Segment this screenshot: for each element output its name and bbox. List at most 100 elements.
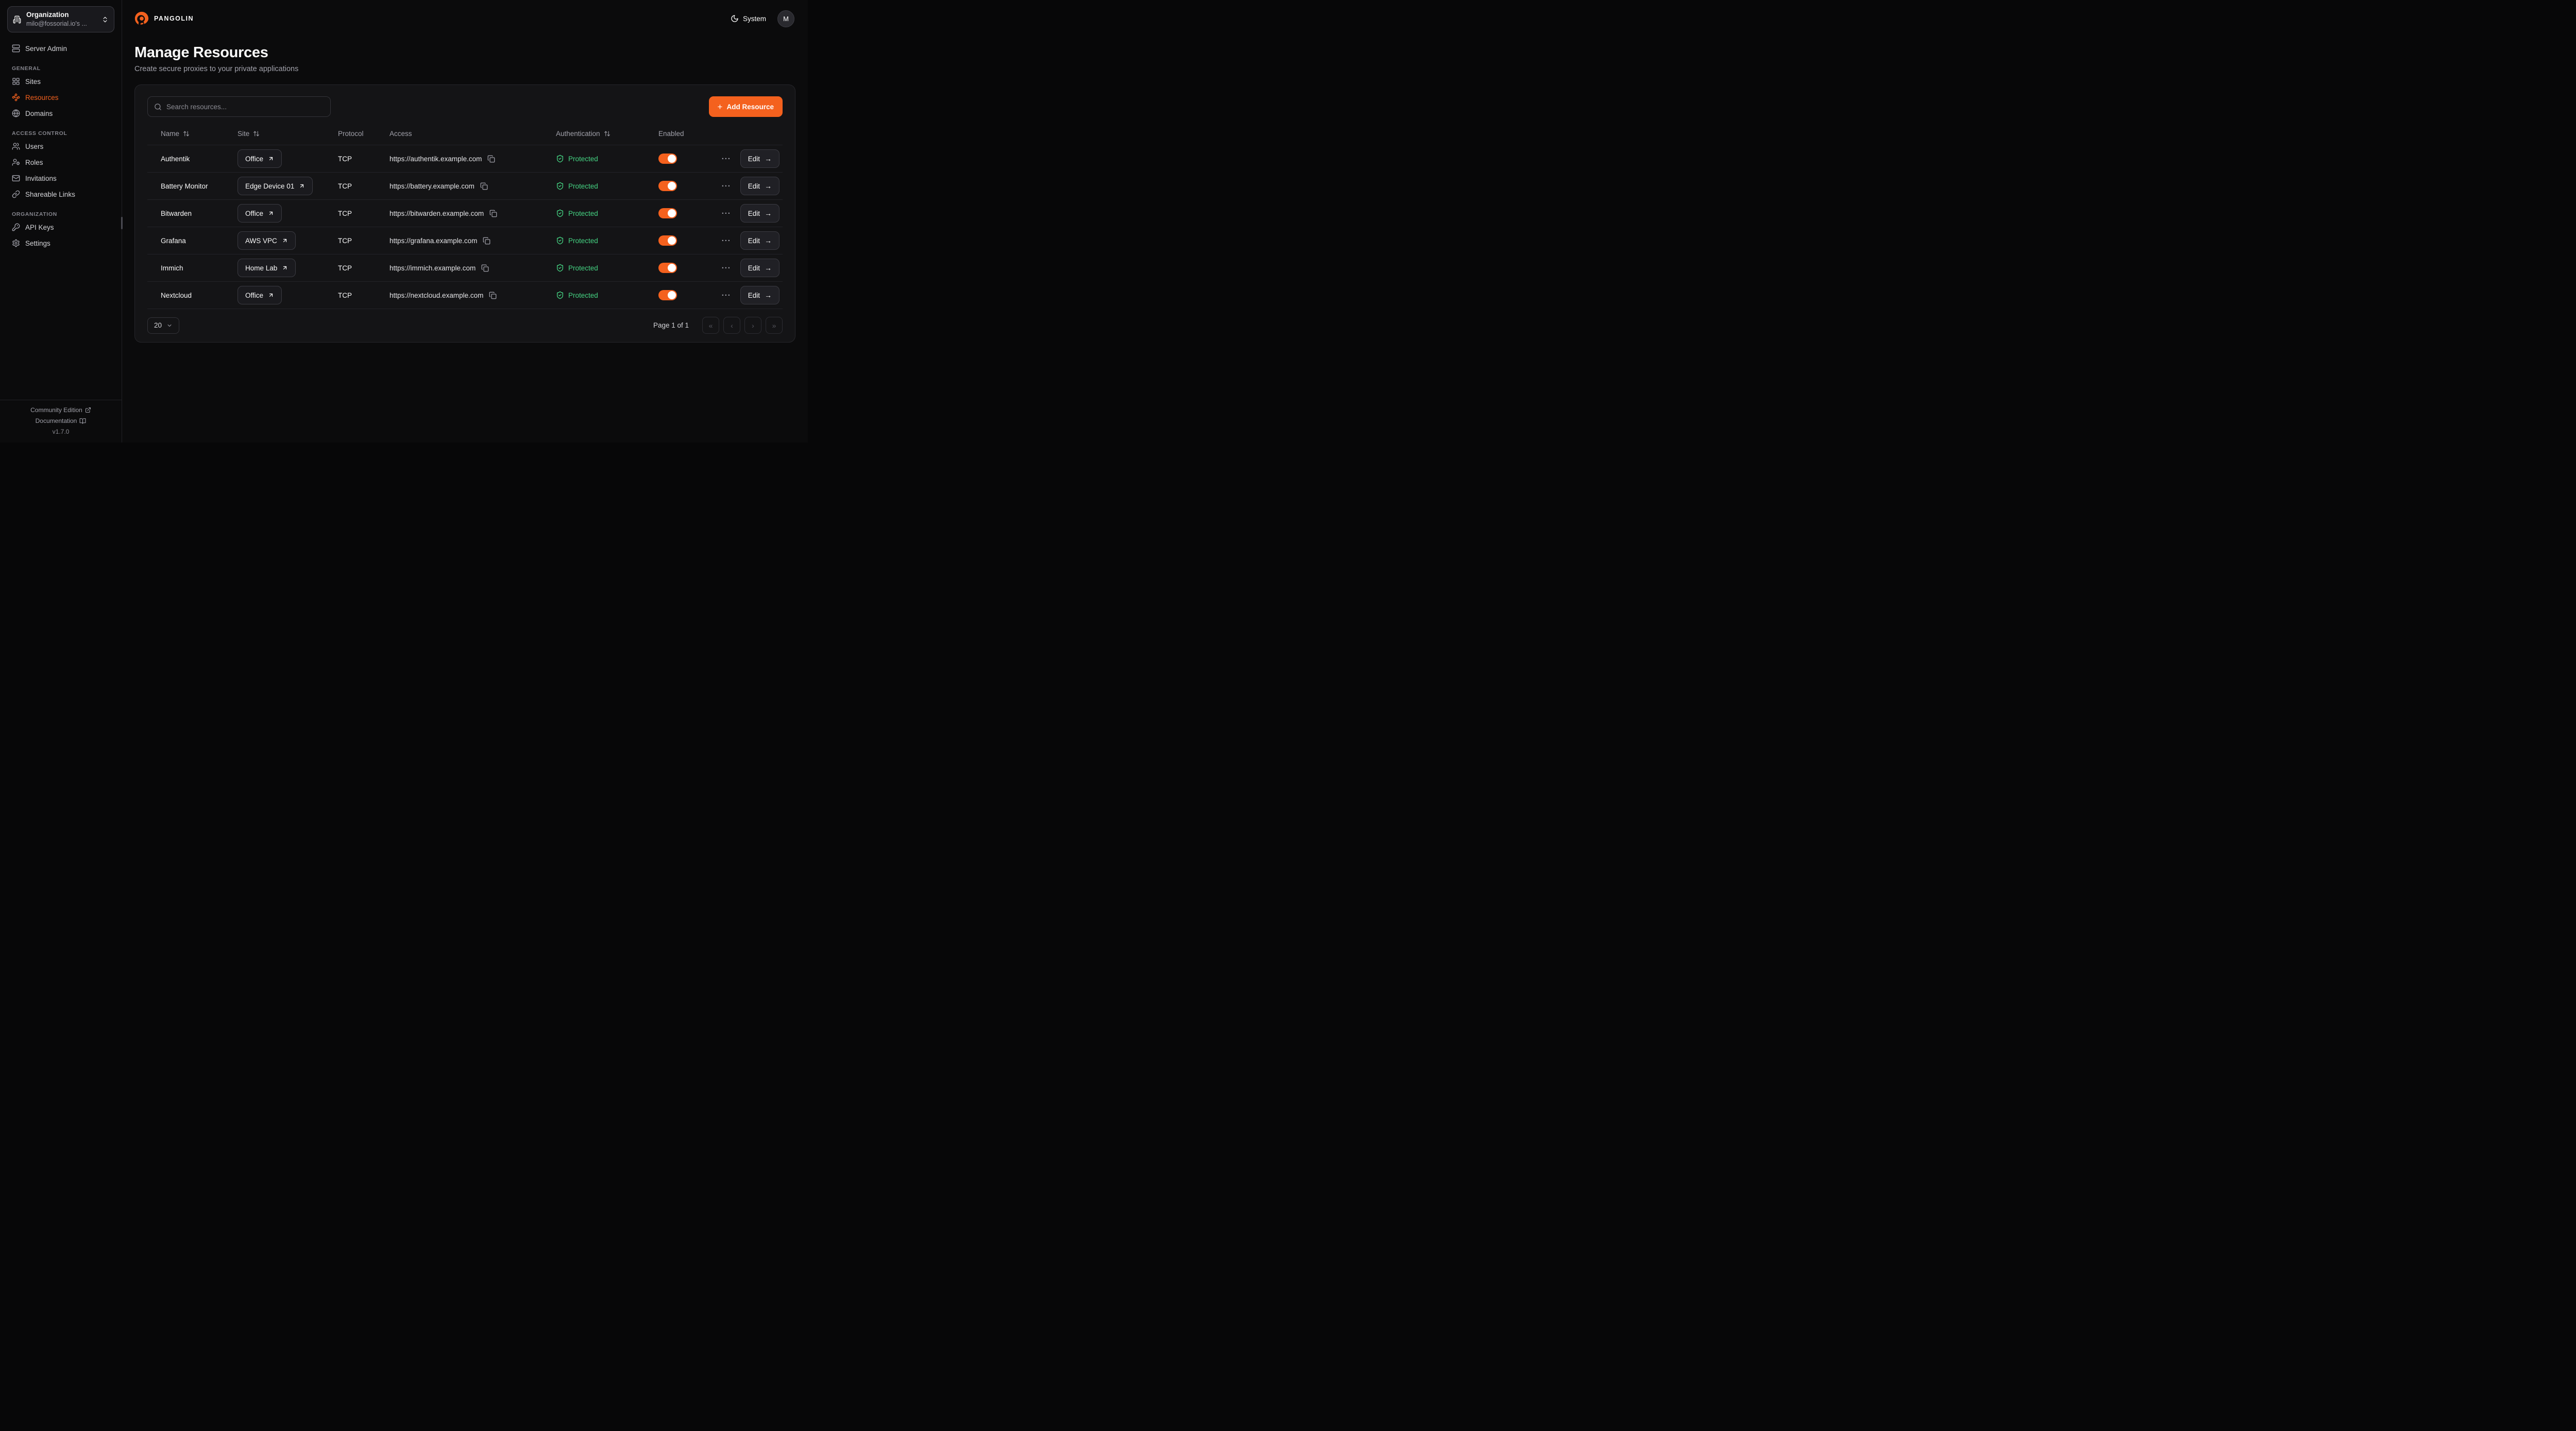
users-icon	[12, 142, 20, 150]
column-header-name[interactable]: Name	[161, 130, 238, 138]
pagination: Page 1 of 1 « ‹ › »	[653, 317, 783, 334]
page-subtitle: Create secure proxies to your private ap…	[134, 65, 795, 73]
auth-status-badge: Protected	[556, 291, 658, 299]
column-header-authentication[interactable]: Authentication	[556, 130, 658, 138]
link-icon	[12, 190, 20, 198]
search-box	[147, 96, 331, 117]
site-link-button[interactable]: Office	[238, 149, 282, 168]
copy-icon	[481, 264, 489, 272]
resource-access-url: https://battery.example.com	[389, 182, 474, 190]
edit-button[interactable]: Edit →	[740, 149, 779, 168]
enabled-toggle[interactable]	[658, 208, 677, 218]
last-page-button[interactable]: »	[766, 317, 783, 334]
table-header-row: Name Site Protocol Access	[147, 122, 783, 145]
topbar: PANGOLIN System M	[122, 0, 808, 37]
copy-url-button[interactable]	[483, 237, 490, 245]
row-actions: ··· Edit →	[722, 286, 779, 304]
sidebar-item-api-keys[interactable]: API Keys	[7, 219, 114, 235]
community-edition-link[interactable]: Community Edition	[5, 406, 116, 414]
row-actions: ··· Edit →	[722, 149, 779, 168]
resource-protocol: TCP	[338, 155, 389, 163]
row-menu-button[interactable]: ···	[722, 237, 731, 245]
sidebar-item-invitations[interactable]: Invitations	[7, 171, 114, 186]
auth-status-badge: Protected	[556, 155, 658, 163]
sidebar-item-label: Users	[25, 143, 43, 150]
resource-name: Authentik	[161, 155, 238, 163]
resource-name: Grafana	[161, 237, 238, 245]
resource-access-url: https://nextcloud.example.com	[389, 292, 483, 299]
avatar[interactable]: M	[777, 10, 794, 27]
copy-url-button[interactable]	[480, 182, 488, 190]
resource-name: Immich	[161, 264, 238, 272]
row-menu-button[interactable]: ···	[722, 264, 731, 272]
row-actions: ··· Edit →	[722, 259, 779, 277]
chevrons-up-down-icon	[101, 16, 109, 23]
brand-home-link[interactable]: PANGOLIN	[134, 11, 194, 26]
arrow-right-icon: →	[765, 292, 772, 299]
book-icon	[79, 418, 86, 424]
enabled-toggle[interactable]	[658, 263, 677, 273]
edit-button[interactable]: Edit →	[740, 204, 779, 223]
gear-icon	[12, 239, 20, 247]
sidebar-item-server-admin[interactable]: Server Admin	[7, 41, 114, 56]
row-menu-button[interactable]: ···	[722, 155, 731, 163]
enabled-toggle[interactable]	[658, 290, 677, 300]
plus-icon: +	[718, 103, 723, 111]
prev-page-button[interactable]: ‹	[723, 317, 740, 334]
topbar-right: System M	[731, 10, 794, 27]
enabled-toggle[interactable]	[658, 154, 677, 164]
sidebar-item-resources[interactable]: Resources	[7, 90, 114, 105]
site-link-button[interactable]: Office	[238, 286, 282, 304]
row-menu-button[interactable]: ···	[722, 292, 731, 299]
site-link-button[interactable]: Home Lab	[238, 259, 296, 277]
arrow-right-icon: →	[765, 155, 772, 162]
edit-button[interactable]: Edit →	[740, 259, 779, 277]
row-menu-button[interactable]: ···	[722, 182, 731, 190]
arrow-up-right-icon	[268, 210, 274, 216]
documentation-link[interactable]: Documentation	[5, 417, 116, 424]
copy-icon	[487, 155, 495, 163]
site-link-button[interactable]: Edge Device 01	[238, 177, 313, 195]
search-input[interactable]	[166, 103, 324, 111]
sidebar-item-label: Shareable Links	[25, 191, 75, 198]
page-info: Page 1 of 1	[653, 321, 689, 329]
page-size-select[interactable]: 20	[147, 317, 179, 334]
copy-url-button[interactable]	[489, 292, 497, 299]
row-actions: ··· Edit →	[722, 177, 779, 195]
edit-button[interactable]: Edit →	[740, 231, 779, 250]
copy-url-button[interactable]	[487, 155, 495, 163]
enabled-toggle[interactable]	[658, 235, 677, 246]
user-cog-icon	[12, 158, 20, 166]
copy-url-button[interactable]	[481, 264, 489, 272]
sites-grid-icon	[12, 77, 20, 86]
theme-toggle[interactable]: System	[731, 14, 766, 23]
auth-status-badge: Protected	[556, 264, 658, 272]
copy-url-button[interactable]	[489, 210, 497, 217]
sidebar-section-general: GENERAL	[7, 65, 114, 72]
edit-button[interactable]: Edit →	[740, 286, 779, 304]
sidebar-item-sites[interactable]: Sites	[7, 74, 114, 89]
site-link-button[interactable]: AWS VPC	[238, 231, 296, 250]
external-link-icon	[85, 407, 91, 413]
sidebar-item-roles[interactable]: Roles	[7, 155, 114, 170]
sort-icon	[183, 130, 190, 137]
resource-access-url: https://grafana.example.com	[389, 237, 477, 245]
sidebar-item-shareable-links[interactable]: Shareable Links	[7, 186, 114, 202]
next-page-button[interactable]: ›	[744, 317, 761, 334]
edit-button[interactable]: Edit →	[740, 177, 779, 195]
add-resource-button[interactable]: + Add Resource	[709, 96, 783, 117]
column-header-site[interactable]: Site	[238, 130, 338, 138]
sidebar-item-label: Invitations	[25, 175, 57, 182]
enabled-toggle[interactable]	[658, 181, 677, 191]
sidebar-resize-handle[interactable]	[121, 217, 123, 229]
org-selector[interactable]: Organization milo@fossorial.io's ...	[7, 6, 114, 32]
sidebar-item-domains[interactable]: Domains	[7, 106, 114, 121]
row-menu-button[interactable]: ···	[722, 210, 731, 217]
moon-icon	[731, 14, 739, 23]
main-area: PANGOLIN System M Manage Resources Creat…	[122, 0, 808, 442]
sidebar-section-organization: ORGANIZATION	[7, 211, 114, 217]
sidebar-item-settings[interactable]: Settings	[7, 235, 114, 251]
first-page-button[interactable]: «	[702, 317, 719, 334]
site-link-button[interactable]: Office	[238, 204, 282, 223]
sidebar-item-users[interactable]: Users	[7, 139, 114, 154]
